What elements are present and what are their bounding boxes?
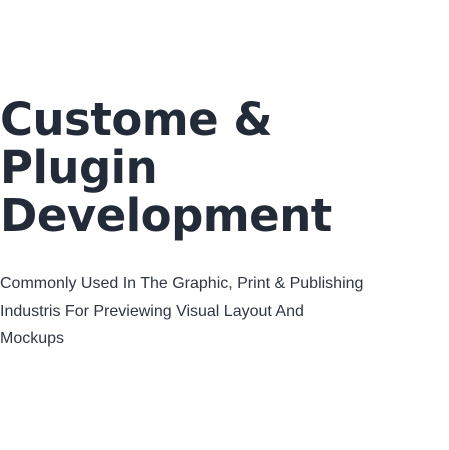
page-title: Custome & Plugin Development [0,96,440,240]
description-line-2: Industris For Previewing Visual Layout A… [0,302,304,320]
headline-line-1: Custome & Plugin [0,93,273,194]
hero-description: Commonly Used In The Graphic, Print & Pu… [0,270,395,353]
headline-line-2: Development [0,189,332,242]
description-line-3: Mockups [0,330,65,347]
hero-section: Custome & Plugin Development Commonly Us… [0,96,440,353]
description-line-1: Commonly Used In The Graphic, Print & Pu… [0,275,364,292]
